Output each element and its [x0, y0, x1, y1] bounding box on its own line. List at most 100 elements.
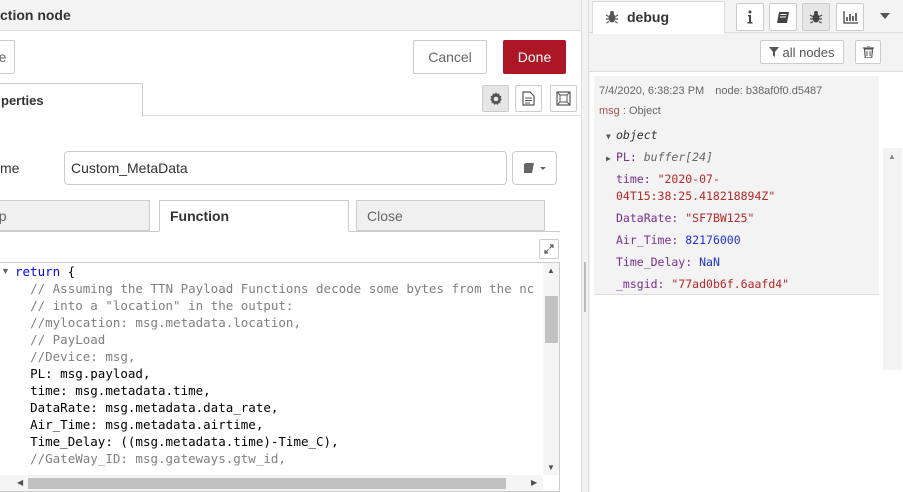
debug-tab-button[interactable] — [802, 3, 830, 31]
code-line[interactable]: // into a "location" in the output: — [0, 297, 543, 314]
hscrollbar-thumb[interactable] — [28, 478, 506, 489]
tab-function-label: Function — [170, 208, 230, 224]
tray-header: ction node — [0, 0, 581, 31]
code-line[interactable]: return { — [0, 263, 543, 280]
property-value: NaN — [699, 255, 720, 269]
code-text: PL: msg.payload, — [30, 366, 151, 381]
book-icon — [777, 11, 789, 23]
expand-editor-button[interactable] — [539, 239, 559, 259]
property-separator: : — [629, 150, 644, 164]
debug-toolbar: all nodes — [589, 34, 903, 72]
message-node-link[interactable]: node: b38af0f0.d5487 — [715, 85, 822, 97]
messages-scrollbar[interactable]: ▲ — [883, 148, 902, 370]
message-topic-key: msg — [599, 105, 620, 117]
settings-tab-button[interactable] — [482, 85, 509, 112]
tab-close-label: Close — [367, 208, 403, 224]
code-editor[interactable]: ▼ return { // Assuming the TTN Payload F… — [0, 262, 560, 492]
filter-label: all nodes — [782, 44, 835, 60]
tab-setup[interactable]: up — [0, 200, 150, 231]
scroll-up-icon[interactable]: ▲ — [888, 152, 896, 161]
tab-setup-label: up — [0, 208, 7, 224]
property-value: buffer[24] — [643, 150, 713, 164]
frame-icon — [556, 91, 571, 106]
delete-button[interactable]: e — [0, 40, 15, 74]
code-line[interactable]: //GateWay_ID: msg.gateways.gtw_id, — [0, 450, 543, 467]
code-line[interactable]: //Device: msg, — [0, 348, 543, 365]
library-button[interactable] — [512, 151, 557, 185]
code-text: Time_Delay: ((msg.metadata.time)-Time_C)… — [30, 434, 339, 449]
code-line[interactable]: //mylocation: msg.metadata.location, — [0, 314, 543, 331]
object-root[interactable]: ▼ object — [606, 128, 658, 142]
cancel-button[interactable]: Cancel — [413, 40, 487, 74]
help-tab-button[interactable] — [769, 3, 797, 31]
name-input[interactable] — [64, 151, 507, 185]
sidebar-menu-button[interactable] — [876, 8, 894, 24]
appearance-tab-button[interactable] — [550, 85, 577, 112]
object-property: _msgid: "77ad0b6f.6aafd4" — [606, 277, 789, 291]
book-icon — [523, 163, 546, 173]
dashboard-tab-button[interactable] — [836, 3, 864, 31]
clear-messages-button[interactable] — [855, 40, 881, 64]
scroll-right-icon[interactable]: ▶ — [531, 478, 537, 487]
debug-messages: 7/4/2020, 6:38:23 PM node: b38af0f0.d548… — [590, 72, 903, 492]
tab-function[interactable]: Function — [159, 200, 349, 232]
caret-spacer — [606, 237, 616, 246]
object-property: DataRate: "SF7BW125" — [606, 211, 755, 225]
code-line[interactable]: // Assuming the TTN Payload Functions de… — [0, 280, 543, 297]
property-separator: : — [685, 255, 700, 269]
code-keyword: return — [15, 264, 61, 279]
splitter-grip[interactable] — [584, 262, 586, 312]
caret-right-icon[interactable]: ▶ — [606, 154, 616, 163]
code-text: { — [60, 264, 76, 279]
object-property: 04T15:38:25.418218894Z" — [606, 189, 775, 203]
property-separator: : — [671, 233, 686, 247]
scroll-left-icon[interactable]: ◀ — [17, 478, 23, 487]
horizontal-scrollbar[interactable]: ◀ ▶ — [0, 475, 543, 491]
object-property[interactable]: ▶ PL: buffer[24] — [606, 150, 713, 164]
code-line[interactable]: Air_Time: msg.metadata.airtime, — [0, 416, 543, 433]
property-value: "SF7BW125" — [685, 211, 755, 225]
description-tab-button[interactable] — [515, 85, 542, 112]
caret-spacer — [606, 193, 616, 202]
filter-all-nodes-button[interactable]: all nodes — [760, 40, 844, 64]
done-button[interactable]: Done — [503, 40, 566, 74]
code-comment: // Assuming the TTN Payload Functions de… — [30, 281, 535, 296]
code-comment: // into a "location" in the output: — [30, 298, 294, 313]
info-tab-button[interactable] — [736, 3, 764, 31]
tab-debug[interactable]: debug — [592, 1, 725, 34]
scrollbar-thumb[interactable] — [545, 296, 558, 343]
expand-icon — [544, 244, 554, 254]
caret-down-icon[interactable]: ▼ — [606, 132, 616, 141]
property-key: _msgid — [616, 277, 658, 291]
scroll-down-icon[interactable]: ▼ — [547, 463, 555, 472]
code-line[interactable]: // PayLoad — [0, 331, 543, 348]
sidebar-splitter[interactable] — [581, 0, 589, 492]
code-comment: //mylocation: msg.metadata.location, — [30, 315, 301, 330]
code-line[interactable]: PL: msg.payload, — [0, 365, 543, 382]
code-line[interactable]: DataRate: msg.metadata.data_rate, — [0, 399, 543, 416]
code-line[interactable]: time: msg.metadata.time, — [0, 382, 543, 399]
tab-debug-label: debug — [627, 9, 669, 25]
property-value: "2020-07- — [657, 172, 720, 186]
message-topic: msg : Object — [599, 105, 661, 117]
tab-properties[interactable]: perties — [0, 83, 143, 117]
object-root-label: object — [616, 128, 658, 142]
caret-spacer — [606, 281, 616, 290]
caret-spacer — [606, 215, 616, 224]
bug-icon — [809, 11, 823, 24]
code-line[interactable]: Time_Delay: ((msg.metadata.time)-Time_C)… — [0, 433, 543, 450]
caret-spacer — [606, 259, 616, 268]
scroll-up-icon[interactable]: ▲ — [547, 266, 555, 275]
code-comment: //GateWay_ID: msg.gateways.gtw_id, — [30, 451, 286, 466]
message-topic-type: Object — [628, 105, 661, 117]
code-content[interactable]: return { // Assuming the TTN Payload Fun… — [0, 263, 543, 475]
tab-close[interactable]: Close — [356, 200, 545, 231]
vertical-scrollbar[interactable]: ▲ ▼ — [543, 263, 559, 475]
